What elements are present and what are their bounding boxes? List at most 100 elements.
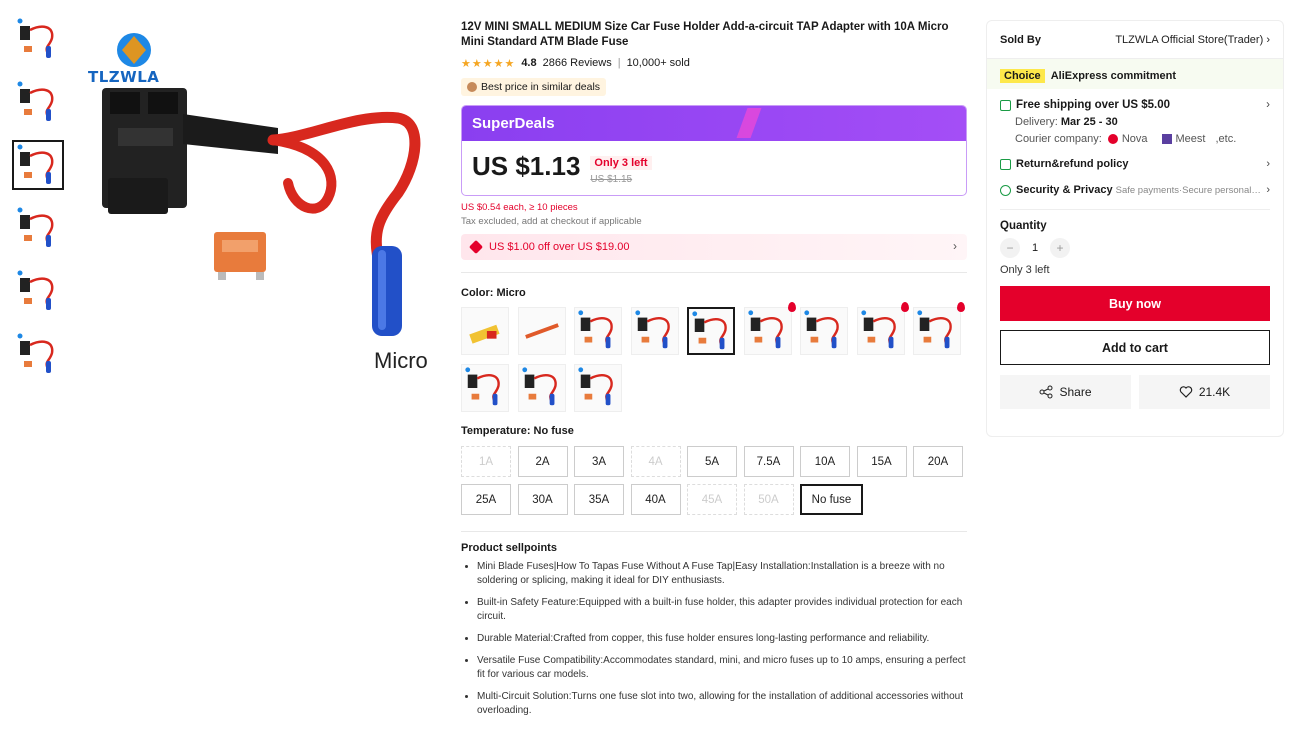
- quantity-stepper: − 1 +: [987, 238, 1283, 258]
- color-swatch-5[interactable]: [687, 307, 735, 355]
- truck-icon: [1000, 99, 1011, 111]
- temperature-option-20a[interactable]: 20A: [913, 446, 963, 477]
- color-swatch-2[interactable]: [517, 307, 566, 355]
- stock-note: Only 3 left: [1000, 264, 1050, 276]
- color-swatch-11[interactable]: [517, 364, 566, 412]
- shipping-text: Free shipping over US $5.00: [1016, 99, 1171, 111]
- temperature-option-50a: 50A: [743, 484, 794, 515]
- divider: [461, 272, 967, 273]
- divider: [461, 531, 967, 532]
- temperature-option-2a[interactable]: 2A: [517, 446, 568, 477]
- share-icon: [1039, 385, 1053, 399]
- color-label: Color: Micro: [461, 287, 526, 299]
- product-info: 12V MINI SMALL MEDIUM Size Car Fuse Hold…: [461, 20, 967, 726]
- commitment-text: AliExpress commitment: [1050, 70, 1177, 82]
- divider: |: [617, 57, 621, 69]
- thumbnail-5[interactable]: [12, 266, 64, 316]
- color-swatch-4[interactable]: [630, 307, 679, 355]
- hot-fire-icon: [900, 302, 909, 312]
- sellpoint-item: Built-in Safety Feature:Equipped with a …: [477, 596, 967, 624]
- sellpoints-list: Mini Blade Fuses|How To Tapas Fuse Witho…: [461, 560, 967, 718]
- meest-logo-icon: [1161, 134, 1172, 144]
- security-detail: Safe payments·Secure personal details: [1115, 184, 1262, 196]
- add-to-cart-button[interactable]: Add to cart: [1000, 330, 1270, 365]
- temperature-option-3a[interactable]: 3A: [574, 446, 624, 477]
- share-button[interactable]: Share: [1000, 375, 1131, 409]
- thumbnail-1[interactable]: [12, 14, 64, 64]
- seller-row[interactable]: Sold By TLZWLA Official Store(Trader) ›: [987, 21, 1283, 59]
- thumbnail-3[interactable]: [12, 140, 64, 190]
- color-options: [461, 302, 971, 421]
- superdeals-label: SuperDeals: [472, 115, 555, 132]
- coupon-text: US $1.00 off over US $19.00: [489, 241, 630, 253]
- wishlist-button[interactable]: 21.4K: [1139, 375, 1270, 409]
- coupon-banner[interactable]: US $1.00 off over US $19.00 ›: [461, 234, 967, 260]
- nova-logo-icon: [1107, 134, 1118, 144]
- delivery-dates: Mar 25 - 30: [1060, 116, 1118, 128]
- chevron-right-icon: ›: [1266, 184, 1270, 196]
- return-icon: [1000, 158, 1011, 170]
- security-row[interactable]: Security & Privacy Safe payments·Secure …: [987, 183, 1283, 197]
- color-swatch-9[interactable]: [913, 302, 965, 355]
- delivery-info: Delivery: Mar 25 - 30: [1015, 116, 1118, 128]
- choice-row: Choice AliExpress commitment: [987, 59, 1283, 83]
- superdeals-card: SuperDeals US $1.13 Only 3 left US $1.15: [461, 105, 967, 196]
- lightning-icon: [736, 108, 762, 138]
- reviews-link[interactable]: 2866 Reviews: [543, 57, 612, 69]
- original-price: US $1.15: [590, 174, 633, 185]
- buy-now-button[interactable]: Buy now: [1000, 286, 1270, 321]
- color-swatch-6[interactable]: [743, 302, 796, 355]
- choice-badge: Choice: [1000, 69, 1045, 83]
- color-swatch-8[interactable]: [856, 302, 909, 355]
- color-swatch-1[interactable]: [461, 307, 509, 355]
- price-tag-icon: [467, 82, 477, 92]
- temperature-option-45a: 45A: [687, 484, 737, 515]
- temperature-option-25a[interactable]: 25A: [461, 484, 511, 515]
- current-price: US $1.13: [472, 151, 581, 181]
- temperature-option-30a[interactable]: 30A: [517, 484, 568, 515]
- product-title: 12V MINI SMALL MEDIUM Size Car Fuse Hold…: [461, 21, 949, 48]
- superdeals-header: SuperDeals: [462, 106, 966, 141]
- color-swatch-12[interactable]: [574, 364, 622, 412]
- rating-row: ★★★★★ 4.8 2866 Reviews | 10,000+ sold: [461, 56, 967, 70]
- temperature-option-4a: 4A: [630, 446, 681, 477]
- best-price-badge: Best price in similar deals: [461, 78, 607, 96]
- temperature-option-7-5a[interactable]: 7.5A: [743, 446, 794, 477]
- temperature-option-5a[interactable]: 5A: [687, 446, 737, 477]
- increase-button[interactable]: +: [1050, 238, 1070, 258]
- temperature-option-40a[interactable]: 40A: [630, 484, 681, 515]
- star-rating-icon: ★★★★★: [461, 57, 516, 70]
- quantity-label: Quantity: [1000, 220, 1047, 232]
- temperature-option-15a[interactable]: 15A: [856, 446, 907, 477]
- shield-icon: [1000, 184, 1011, 196]
- brand-logo: TLZWLA: [88, 68, 160, 86]
- color-swatch-3[interactable]: [574, 307, 622, 355]
- chevron-right-icon: ›: [953, 239, 957, 253]
- quantity-value[interactable]: 1: [1020, 242, 1050, 254]
- store-name[interactable]: TLZWLA Official Store(Trader) ›: [1115, 34, 1270, 46]
- chevron-right-icon: ›: [1266, 99, 1270, 111]
- color-swatch-7[interactable]: [800, 307, 848, 355]
- temperature-options: 1A 2A 3A 4A 5A 7.5A 10A 15A 20A 25A 30A 35A 40A 45A 50…: [461, 446, 971, 522]
- tax-note: Tax excluded, add at checkout if applica…: [461, 216, 642, 227]
- coupon-tag-icon: [468, 239, 484, 255]
- thumbnail-4[interactable]: [12, 203, 64, 253]
- return-policy-row[interactable]: Return&refund policy ›: [987, 157, 1283, 171]
- sellpoint-item: Mini Blade Fuses|How To Tapas Fuse Witho…: [477, 560, 967, 588]
- sellpoint-item: Versatile Fuse Compatibility:Accommodate…: [477, 654, 967, 682]
- rating-value: 4.8: [521, 57, 537, 69]
- bulk-price: US $0.54 each, ≥ 10 pieces: [461, 202, 578, 213]
- purchase-panel: Sold By TLZWLA Official Store(Trader) › …: [986, 20, 1284, 437]
- color-swatch-10[interactable]: [461, 364, 509, 412]
- decrease-button[interactable]: −: [1000, 238, 1020, 258]
- temperature-option-10a[interactable]: 10A: [800, 446, 850, 477]
- shipping-row[interactable]: Free shipping over US $5.00 ›: [987, 99, 1283, 111]
- temperature-option-35a[interactable]: 35A: [574, 484, 624, 515]
- temperature-option-no-fuse[interactable]: No fuse: [800, 484, 863, 515]
- image-caption: Micro: [374, 348, 428, 373]
- main-product-image[interactable]: TLZWLA Micro: [78, 18, 450, 390]
- thumbnail-6[interactable]: [12, 329, 64, 379]
- sold-by-label: Sold By: [1000, 33, 1041, 46]
- best-price-text: Best price in similar deals: [481, 81, 601, 93]
- thumbnail-2[interactable]: [12, 77, 64, 127]
